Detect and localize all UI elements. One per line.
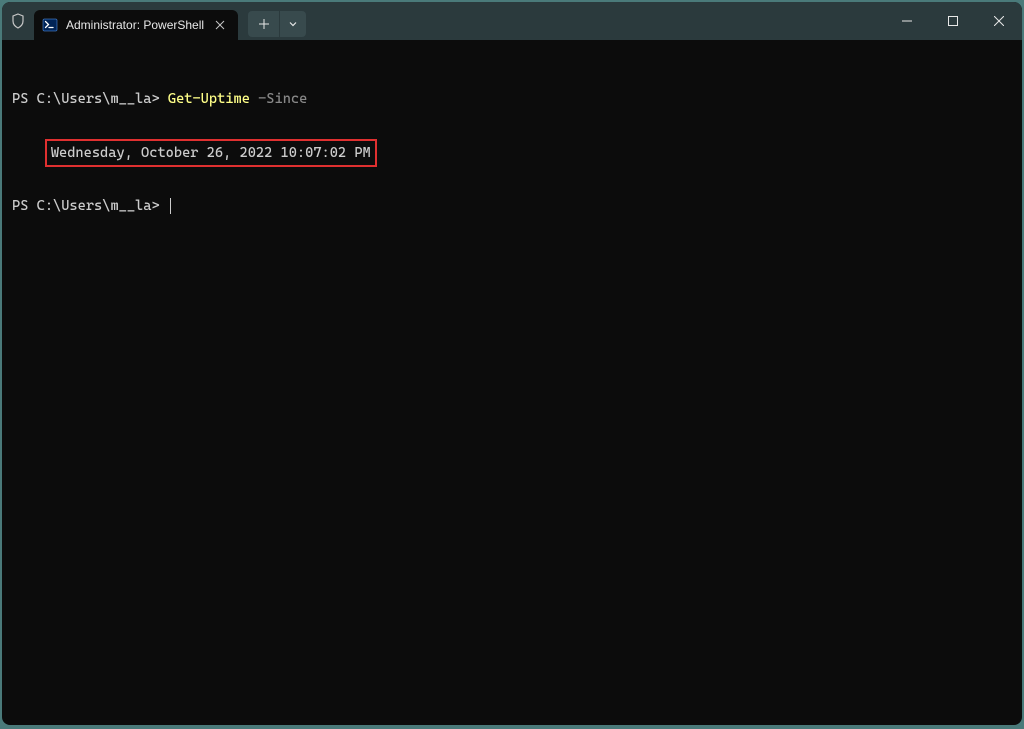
titlebar: Administrator: PowerShell — [2, 2, 1022, 40]
output-text: Wednesday, October 26, 2022 10:07:02 PM — [51, 145, 371, 161]
terminal-window: Administrator: PowerShell — [2, 2, 1022, 725]
prompt: PS C:\Users\m__la> — [12, 198, 168, 214]
window-controls — [884, 2, 1022, 40]
tab-controls — [248, 11, 306, 37]
admin-shield-icon — [2, 2, 34, 40]
cursor-icon — [170, 198, 171, 214]
minimize-button[interactable] — [884, 2, 930, 40]
tab-dropdown-button[interactable] — [280, 11, 306, 37]
tab-close-button[interactable] — [212, 17, 228, 33]
prompt: PS C:\Users\m__la> — [12, 91, 168, 107]
maximize-button[interactable] — [930, 2, 976, 40]
new-tab-button[interactable] — [248, 11, 280, 37]
close-button[interactable] — [976, 2, 1022, 40]
command-line-1: PS C:\Users\m__la> Get-Uptime -Since — [12, 89, 1012, 109]
active-tab[interactable]: Administrator: PowerShell — [34, 10, 238, 40]
powershell-icon — [42, 17, 58, 33]
param-text: -Since — [250, 91, 307, 107]
output-highlight: Wednesday, October 26, 2022 10:07:02 PM — [45, 139, 377, 167]
cmdlet-text: Get-Uptime — [168, 91, 250, 107]
terminal-output[interactable]: PS C:\Users\m__la> Get-Uptime -Since Wed… — [2, 40, 1022, 725]
command-line-2: PS C:\Users\m__la> — [12, 196, 1012, 216]
tab-title: Administrator: PowerShell — [66, 18, 204, 32]
